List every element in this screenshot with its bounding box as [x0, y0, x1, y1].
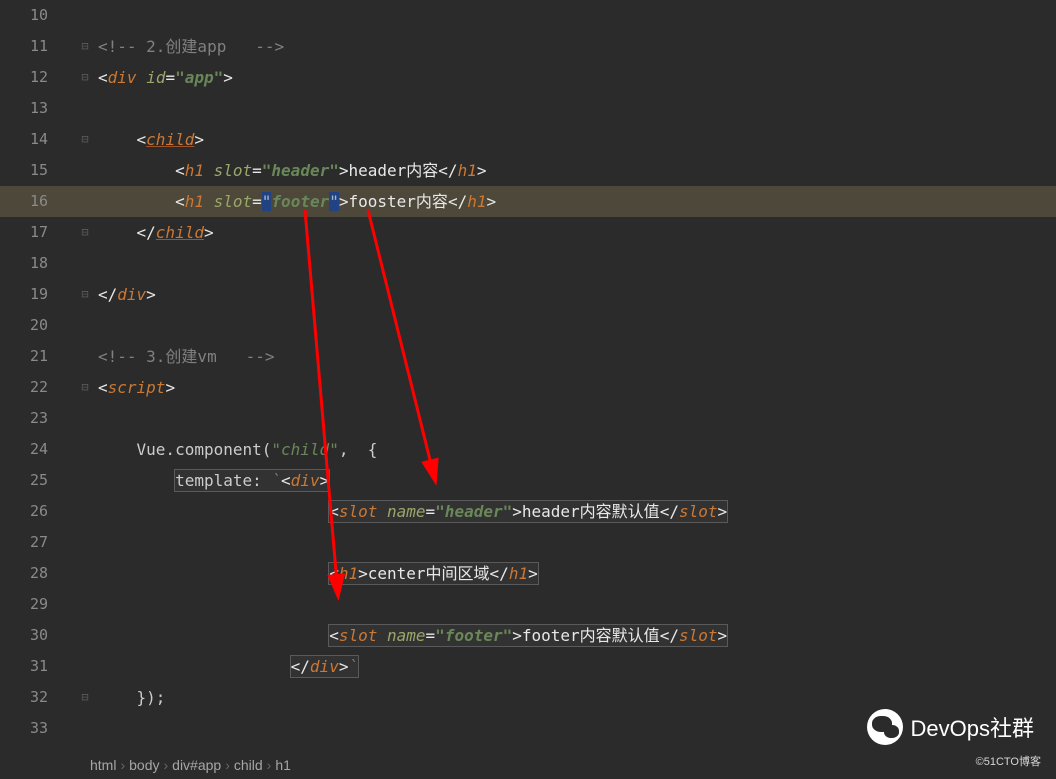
- wechat-icon: [867, 709, 903, 745]
- code-line[interactable]: </div>: [98, 279, 1056, 310]
- code-line[interactable]: </div>`: [98, 651, 1056, 682]
- code-line[interactable]: <h1>center中间区域</h1>: [98, 558, 1056, 589]
- code-line[interactable]: [98, 248, 1056, 279]
- code-line[interactable]: [98, 527, 1056, 558]
- gutter: 1011121314151617181920212223242526272829…: [0, 0, 58, 740]
- code-line[interactable]: <!-- 3.创建vm -->: [98, 341, 1056, 372]
- code-line[interactable]: <h1 slot="header">header内容</h1>: [98, 155, 1056, 186]
- code-line[interactable]: <slot name="footer">footer内容默认值</slot>: [98, 620, 1056, 651]
- crumb-item[interactable]: h1: [275, 757, 291, 773]
- code-line[interactable]: </child>: [98, 217, 1056, 248]
- breadcrumb[interactable]: html›body›div#app›child›h1: [90, 757, 291, 773]
- code-line[interactable]: template: `<div>: [98, 465, 1056, 496]
- code-line-active[interactable]: <h1 slot="footer">fooster内容</h1>: [98, 186, 1056, 217]
- code-line[interactable]: <div id="app">: [98, 62, 1056, 93]
- crumb-item[interactable]: body: [129, 757, 159, 773]
- wechat-badge: DevOps社群: [867, 709, 1034, 745]
- code-line[interactable]: Vue.component("child", {: [98, 434, 1056, 465]
- code-line[interactable]: <!-- 2.创建app -->: [98, 31, 1056, 62]
- code-line[interactable]: [98, 0, 1056, 31]
- code-line[interactable]: [98, 403, 1056, 434]
- code-line[interactable]: <child>: [98, 124, 1056, 155]
- code-editor[interactable]: 1011121314151617181920212223242526272829…: [0, 0, 1056, 740]
- code-area[interactable]: <!-- 2.创建app --> <div id="app"> <child> …: [98, 0, 1056, 744]
- watermark: ©51CTO博客: [976, 753, 1041, 769]
- crumb-item[interactable]: html: [90, 757, 116, 773]
- brand-text: DevOps社群: [911, 711, 1034, 743]
- code-line[interactable]: [98, 310, 1056, 341]
- code-line[interactable]: <script>: [98, 372, 1056, 403]
- fold-column: ⊟⊟⊟⊟⊟⊟⊟: [75, 0, 95, 740]
- code-line[interactable]: [98, 589, 1056, 620]
- code-line[interactable]: [98, 93, 1056, 124]
- crumb-item[interactable]: child: [234, 757, 263, 773]
- crumb-item[interactable]: div#app: [172, 757, 221, 773]
- code-line[interactable]: <slot name="header">header内容默认值</slot>: [98, 496, 1056, 527]
